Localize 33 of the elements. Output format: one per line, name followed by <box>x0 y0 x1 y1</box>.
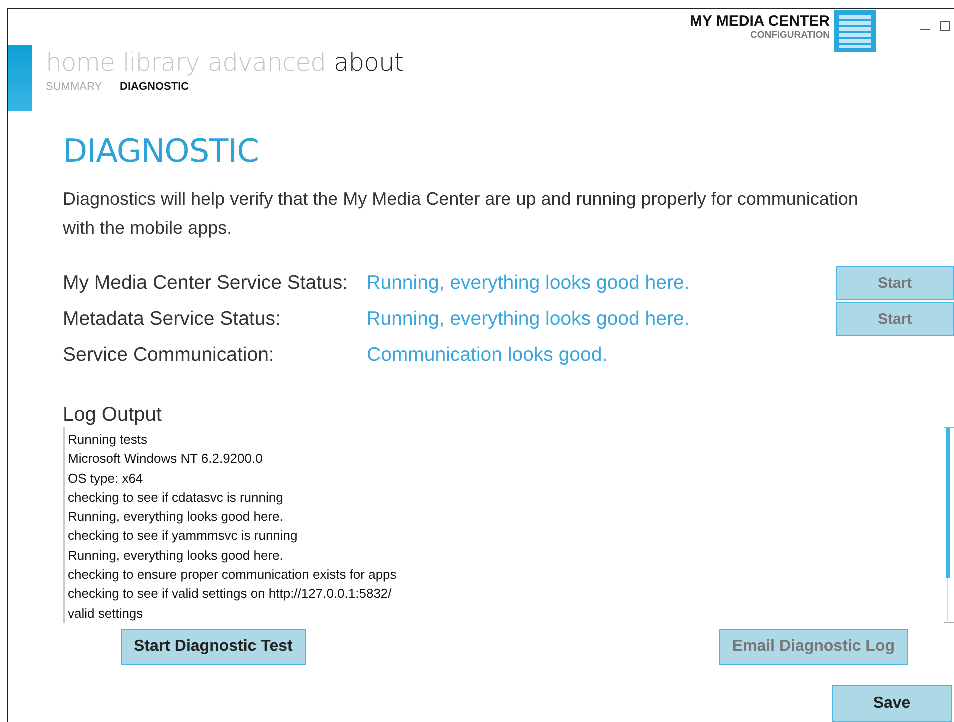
sub-tab[interactable]: SUMMARY <box>46 81 102 93</box>
status-value: Running, everything looks good here. <box>366 272 691 294</box>
log-line: Running, everything looks good here. <box>68 508 284 526</box>
status-value: Running, everything looks good here. <box>366 308 691 330</box>
nav-tab[interactable]: advanced <box>208 47 326 79</box>
log-line: checking to ensure proper communication exists for apps <box>68 566 398 584</box>
status-label: Service Communication: <box>63 344 276 366</box>
log-line: checking to see if cdatasvc is running <box>68 488 284 507</box>
log-line: valid settings <box>68 604 144 623</box>
maximize-icon[interactable] <box>940 21 950 31</box>
app-subtitle: CONFIGURATION <box>750 30 830 42</box>
log-output-label: Log Output <box>63 403 163 427</box>
app-title: MY MEDIA CENTER <box>690 14 830 30</box>
status-label: Metadata Service Status: <box>63 308 282 330</box>
logo-icon <box>834 10 876 52</box>
save-button[interactable]: Save <box>832 685 952 722</box>
accent-bar <box>8 45 32 111</box>
status-value: Communication looks good. <box>367 344 609 366</box>
nav-tab[interactable]: about <box>334 47 404 79</box>
log-line: OS type: x64 <box>68 470 144 488</box>
log-line: checking to see if valid settings on http://127.0.0.1:5832/ <box>68 585 393 604</box>
nav-tab[interactable]: home <box>46 47 115 79</box>
status-label: My Media Center Service Status: <box>63 272 350 294</box>
scroll-bar[interactable] <box>944 427 954 623</box>
action-button[interactable]: Start Diagnostic Test <box>121 629 306 665</box>
description-text: Diagnostics will help verify that the My Media Center are up and running properly for communication with the mobile apps. <box>63 188 860 240</box>
sub-tab[interactable]: DIAGNOSTIC <box>120 81 190 93</box>
log-line: checking to see if yammmsvc is running <box>68 527 299 546</box>
log-line: Running tests <box>68 431 148 449</box>
log-line: Running, everything looks good here. <box>68 546 284 565</box>
nav-tab[interactable]: library <box>122 47 200 79</box>
page-title: DIAGNOSTIC <box>63 131 260 171</box>
log-line: Microsoft Windows NT 6.2.9200.0 <box>68 450 264 468</box>
